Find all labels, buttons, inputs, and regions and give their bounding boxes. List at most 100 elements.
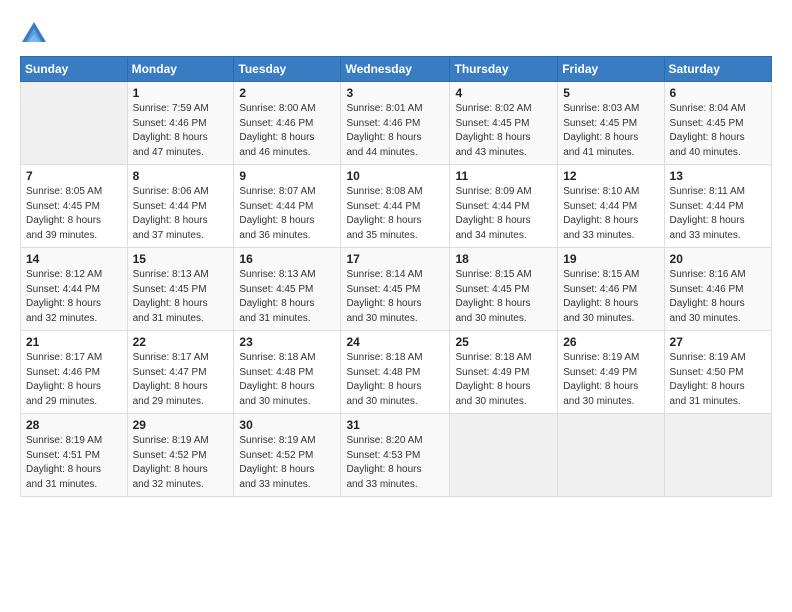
calendar-cell [21, 82, 128, 165]
week-row-3: 14 Sunrise: 8:12 AMSunset: 4:44 PMDayligh… [21, 248, 772, 331]
day-number: 2 [239, 86, 335, 100]
day-info: Sunrise: 8:13 AMSunset: 4:45 PMDaylight:… [239, 268, 335, 326]
calendar-cell: 17Sunrise: 8:14 AMSunset: 4:45 PMDayligh… [341, 248, 450, 331]
day-info: Sunrise: 8:02 AMSunset: 4:45 PMDaylight:… [455, 102, 552, 160]
calendar-cell: 11 Sunrise: 8:09 AMSunset: 4:44 PMDayligh… [450, 165, 558, 248]
day-number: 8 [133, 169, 229, 183]
day-info: Sunrise: 8:09 AMSunset: 4:44 PMDaylight:… [455, 185, 552, 243]
day-number: 5 [563, 86, 658, 100]
day-number: 30 [239, 418, 335, 432]
day-number: 21 [26, 335, 122, 349]
day-info: Sunrise: 8:13 AMSunset: 4:45 PMDaylight:… [133, 268, 229, 326]
day-number: 1 [133, 86, 229, 100]
calendar-cell: 6Sunrise: 8:04 AMSunset: 4:45 PMDaylight… [664, 82, 771, 165]
calendar-cell: 21 Sunrise: 8:17 AMSunset: 4:46 PMDayligh… [21, 331, 128, 414]
day-number: 13 [670, 169, 766, 183]
week-row-4: 21 Sunrise: 8:17 AMSunset: 4:46 PMDayligh… [21, 331, 772, 414]
week-row-2: 7Sunrise: 8:05 AMSunset: 4:45 PMDaylight… [21, 165, 772, 248]
calendar-cell [664, 414, 771, 497]
day-info: Sunrise: 8:08 AMSunset: 4:44 PMDaylight:… [346, 185, 444, 243]
calendar-body: 1 Sunrise: 7:59 AMSunset: 4:46 PMDaylight… [21, 82, 772, 497]
day-info: Sunrise: 8:10 AMSunset: 4:44 PMDaylight:… [563, 185, 658, 243]
day-info: Sunrise: 8:20 AMSunset: 4:53 PMDaylight:… [346, 434, 444, 492]
day-info: Sunrise: 8:03 AMSunset: 4:45 PMDaylight:… [563, 102, 658, 160]
day-info: Sunrise: 8:05 AMSunset: 4:45 PMDaylight:… [26, 185, 122, 243]
calendar-header: SundayMondayTuesdayWednesdayThursdayFrid… [21, 57, 772, 82]
day-info: Sunrise: 8:19 AMSunset: 4:51 PMDaylight:… [26, 434, 122, 492]
day-number: 15 [133, 252, 229, 266]
day-number: 17 [346, 252, 444, 266]
day-number: 20 [670, 252, 766, 266]
day-number: 4 [455, 86, 552, 100]
day-number: 29 [133, 418, 229, 432]
logo [20, 20, 52, 48]
calendar-cell: 18 Sunrise: 8:15 AMSunset: 4:45 PMDayligh… [450, 248, 558, 331]
calendar-cell: 19Sunrise: 8:15 AMSunset: 4:46 PMDayligh… [558, 248, 664, 331]
day-number: 24 [346, 335, 444, 349]
day-info: Sunrise: 8:17 AMSunset: 4:46 PMDaylight:… [26, 351, 122, 409]
day-info: Sunrise: 8:19 AMSunset: 4:52 PMDaylight:… [239, 434, 335, 492]
day-number: 10 [346, 169, 444, 183]
day-number: 18 [455, 252, 552, 266]
day-info: Sunrise: 8:19 AMSunset: 4:52 PMDaylight:… [133, 434, 229, 492]
week-row-5: 28Sunrise: 8:19 AMSunset: 4:51 PMDayligh… [21, 414, 772, 497]
calendar-cell: 24 Sunrise: 8:18 AMSunset: 4:48 PMDayligh… [341, 331, 450, 414]
day-number: 26 [563, 335, 658, 349]
day-info: Sunrise: 7:59 AMSunset: 4:46 PMDaylight:… [133, 102, 229, 160]
day-info: Sunrise: 8:04 AMSunset: 4:45 PMDaylight:… [670, 102, 766, 160]
calendar-cell: 16 Sunrise: 8:13 AMSunset: 4:45 PMDayligh… [234, 248, 341, 331]
weekday-header-saturday: Saturday [664, 57, 771, 82]
day-number: 23 [239, 335, 335, 349]
day-info: Sunrise: 8:17 AMSunset: 4:47 PMDaylight:… [133, 351, 229, 409]
day-info: Sunrise: 8:19 AMSunset: 4:50 PMDaylight:… [670, 351, 766, 409]
day-info: Sunrise: 8:11 AMSunset: 4:44 PMDaylight:… [670, 185, 766, 243]
calendar-cell: 20 Sunrise: 8:16 AMSunset: 4:46 PMDayligh… [664, 248, 771, 331]
calendar-cell: 31 Sunrise: 8:20 AMSunset: 4:53 PMDayligh… [341, 414, 450, 497]
day-number: 11 [455, 169, 552, 183]
day-info: Sunrise: 8:16 AMSunset: 4:46 PMDaylight:… [670, 268, 766, 326]
calendar-cell: 23Sunrise: 8:18 AMSunset: 4:48 PMDayligh… [234, 331, 341, 414]
calendar-cell: 10 Sunrise: 8:08 AMSunset: 4:44 PMDayligh… [341, 165, 450, 248]
day-info: Sunrise: 8:18 AMSunset: 4:48 PMDaylight:… [346, 351, 444, 409]
page: SundayMondayTuesdayWednesdayThursdayFrid… [0, 0, 792, 612]
calendar-cell: 7Sunrise: 8:05 AMSunset: 4:45 PMDaylight… [21, 165, 128, 248]
calendar-cell: 4 Sunrise: 8:02 AMSunset: 4:45 PMDaylight… [450, 82, 558, 165]
weekday-header-tuesday: Tuesday [234, 57, 341, 82]
day-number: 27 [670, 335, 766, 349]
day-number: 25 [455, 335, 552, 349]
calendar-cell: 22Sunrise: 8:17 AMSunset: 4:47 PMDayligh… [127, 331, 234, 414]
day-number: 16 [239, 252, 335, 266]
calendar-cell: 3 Sunrise: 8:01 AMSunset: 4:46 PMDaylight… [341, 82, 450, 165]
calendar-cell: 1 Sunrise: 7:59 AMSunset: 4:46 PMDaylight… [127, 82, 234, 165]
calendar-cell: 14 Sunrise: 8:12 AMSunset: 4:44 PMDayligh… [21, 248, 128, 331]
day-info: Sunrise: 8:12 AMSunset: 4:44 PMDaylight:… [26, 268, 122, 326]
day-number: 31 [346, 418, 444, 432]
calendar-cell: 9 Sunrise: 8:07 AMSunset: 4:44 PMDaylight… [234, 165, 341, 248]
logo-icon [20, 20, 48, 48]
day-number: 9 [239, 169, 335, 183]
weekday-header-sunday: Sunday [21, 57, 128, 82]
calendar-cell: 5 Sunrise: 8:03 AMSunset: 4:45 PMDaylight… [558, 82, 664, 165]
day-info: Sunrise: 8:00 AMSunset: 4:46 PMDaylight:… [239, 102, 335, 160]
calendar-cell: 29 Sunrise: 8:19 AMSunset: 4:52 PMDayligh… [127, 414, 234, 497]
calendar-cell [558, 414, 664, 497]
calendar-cell: 30 Sunrise: 8:19 AMSunset: 4:52 PMDayligh… [234, 414, 341, 497]
calendar-cell: 15 Sunrise: 8:13 AMSunset: 4:45 PMDayligh… [127, 248, 234, 331]
day-info: Sunrise: 8:07 AMSunset: 4:44 PMDaylight:… [239, 185, 335, 243]
day-number: 14 [26, 252, 122, 266]
calendar-cell: 26 Sunrise: 8:19 AMSunset: 4:49 PMDayligh… [558, 331, 664, 414]
day-info: Sunrise: 8:19 AMSunset: 4:49 PMDaylight:… [563, 351, 658, 409]
day-number: 12 [563, 169, 658, 183]
weekday-header-friday: Friday [558, 57, 664, 82]
day-number: 3 [346, 86, 444, 100]
day-info: Sunrise: 8:18 AMSunset: 4:49 PMDaylight:… [455, 351, 552, 409]
day-number: 19 [563, 252, 658, 266]
calendar-cell [450, 414, 558, 497]
day-info: Sunrise: 8:01 AMSunset: 4:46 PMDaylight:… [346, 102, 444, 160]
header [20, 16, 772, 48]
weekday-header-wednesday: Wednesday [341, 57, 450, 82]
calendar-cell: 13 Sunrise: 8:11 AMSunset: 4:44 PMDayligh… [664, 165, 771, 248]
calendar-cell: 8Sunrise: 8:06 AMSunset: 4:44 PMDaylight… [127, 165, 234, 248]
week-row-1: 1 Sunrise: 7:59 AMSunset: 4:46 PMDaylight… [21, 82, 772, 165]
day-info: Sunrise: 8:15 AMSunset: 4:45 PMDaylight:… [455, 268, 552, 326]
